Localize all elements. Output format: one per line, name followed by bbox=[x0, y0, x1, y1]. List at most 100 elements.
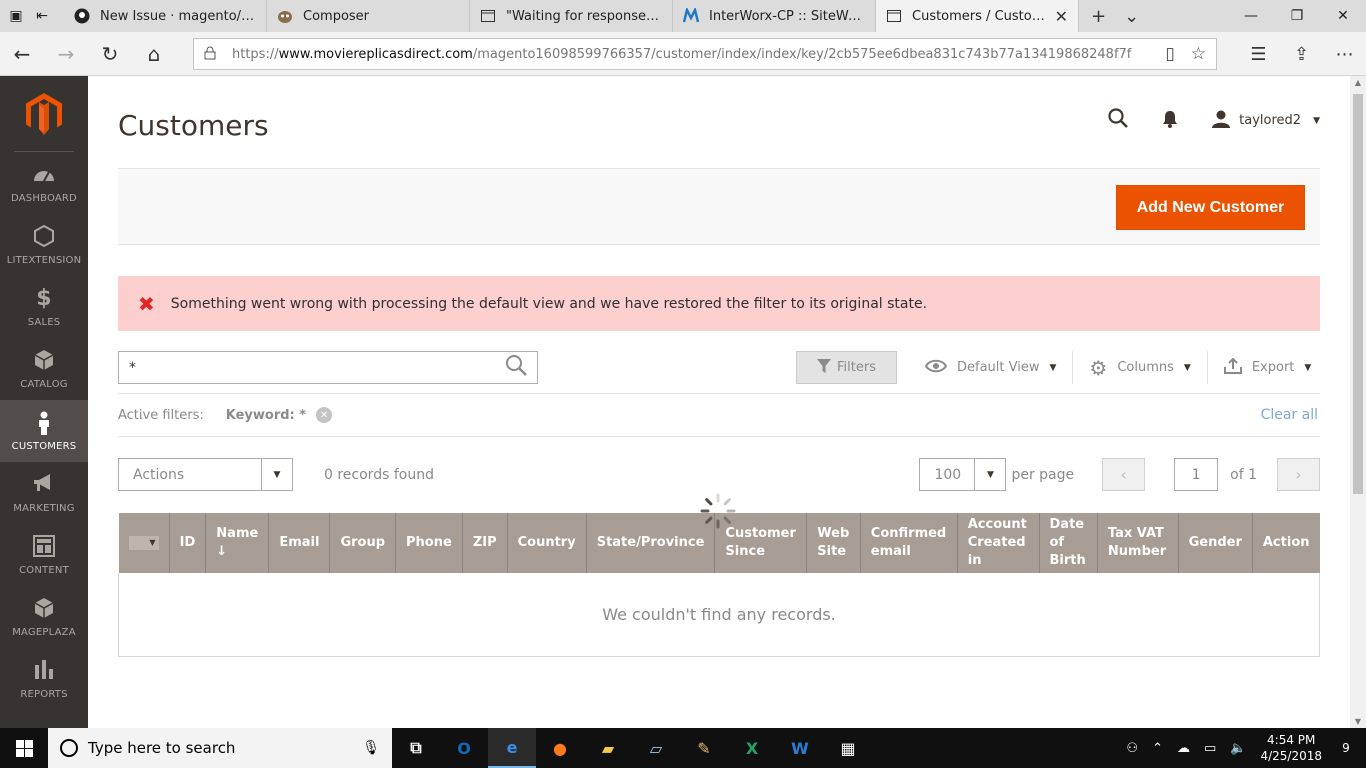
scrollbar-thumb[interactable] bbox=[1353, 94, 1363, 494]
column-header-phone[interactable]: Phone bbox=[395, 513, 463, 573]
action-center-icon[interactable]: 9 bbox=[1336, 738, 1356, 758]
network-icon[interactable]: ▭ bbox=[1204, 741, 1216, 756]
paint-icon[interactable]: ✎ bbox=[680, 728, 728, 768]
edge-icon[interactable]: e bbox=[488, 728, 536, 768]
sidebar-item-content[interactable]: CONTENT bbox=[0, 524, 88, 586]
column-header-gender[interactable]: Gender bbox=[1178, 513, 1253, 573]
search-icon[interactable] bbox=[1107, 108, 1129, 133]
new-tab-icon[interactable]: + bbox=[1091, 6, 1106, 27]
clear-all-link[interactable]: Clear all bbox=[1261, 407, 1318, 423]
onedrive-icon[interactable]: ☁ bbox=[1177, 741, 1190, 756]
per-page-select[interactable]: 100 ▼ bbox=[919, 458, 1007, 491]
scroll-down-icon[interactable]: ▼ bbox=[1350, 717, 1366, 726]
column-header-zip[interactable]: ZIP bbox=[462, 513, 508, 573]
magento-logo-icon bbox=[26, 92, 62, 135]
caret-down-icon: ▼ bbox=[974, 459, 1005, 490]
set-aside-tabs-icon[interactable]: ⇤ bbox=[34, 8, 50, 24]
scroll-up-icon[interactable]: ▲ bbox=[1350, 78, 1366, 87]
outlook-icon[interactable]: O bbox=[440, 728, 488, 768]
refresh-icon[interactable]: ↻ bbox=[88, 42, 132, 66]
forward-icon[interactable]: → bbox=[44, 42, 88, 66]
header-actions: taylored2 ▼ bbox=[1107, 108, 1320, 133]
more-icon[interactable]: ⋯ bbox=[1323, 44, 1366, 65]
column-header-account-created[interactable]: Account Created in bbox=[957, 513, 1040, 573]
tab-preview-chevron-icon[interactable]: ⌄ bbox=[1124, 6, 1139, 27]
column-header-id[interactable]: ID bbox=[169, 513, 207, 573]
tab-manager-icon[interactable]: ▣ bbox=[8, 8, 24, 24]
column-header-website[interactable]: Web Site bbox=[806, 513, 861, 573]
browser-tab-4[interactable]: Customers / Customers ✕ bbox=[876, 0, 1079, 32]
column-header-tax-vat[interactable]: Tax VAT Number bbox=[1097, 513, 1179, 573]
microphone-icon[interactable]: 🎙 bbox=[362, 740, 380, 756]
favorite-star-icon[interactable]: ☆ bbox=[1191, 44, 1206, 64]
eye-icon bbox=[924, 358, 948, 377]
magento-logo[interactable] bbox=[14, 76, 74, 152]
people-icon[interactable]: ⚇ bbox=[1126, 741, 1138, 756]
sidebar-item-mageplaza[interactable]: MAGEPLAZA bbox=[0, 586, 88, 648]
add-new-customer-button[interactable]: Add New Customer bbox=[1116, 185, 1305, 230]
column-header-confirmed-email[interactable]: Confirmed email bbox=[860, 513, 958, 573]
error-message: ✖ Something went wrong with processing t… bbox=[118, 276, 1320, 331]
page-number-input[interactable]: 1 bbox=[1174, 458, 1219, 491]
browser-tab-2[interactable]: "Waiting for response from bbox=[470, 0, 673, 32]
user-account-menu[interactable]: taylored2 ▼ bbox=[1211, 110, 1320, 132]
word-icon[interactable]: W bbox=[776, 728, 824, 768]
column-header-state[interactable]: State/Province bbox=[586, 513, 716, 573]
remove-filter-icon[interactable]: ✕ bbox=[316, 407, 333, 423]
view-selector[interactable]: Default View ▼ bbox=[897, 351, 1074, 384]
mass-actions-select[interactable]: Actions ▼ bbox=[118, 458, 293, 491]
search-icon[interactable] bbox=[505, 354, 527, 381]
close-tab-icon[interactable]: ✕ bbox=[1049, 7, 1068, 26]
keyword-search-input[interactable] bbox=[129, 359, 489, 376]
caret-down-icon[interactable]: ▼ bbox=[128, 536, 159, 550]
minimize-icon[interactable]: — bbox=[1228, 0, 1274, 32]
dashboard-icon bbox=[33, 163, 55, 187]
url-field[interactable]: https://www.moviereplicasdirect.com/mage… bbox=[193, 38, 1217, 70]
column-header-dob[interactable]: Date of Birth bbox=[1039, 513, 1098, 573]
close-window-icon[interactable]: ✕ bbox=[1320, 0, 1366, 32]
column-header-name[interactable]: Name ↓ bbox=[205, 513, 270, 573]
home-icon[interactable]: ⌂ bbox=[132, 42, 176, 66]
sidebar-item-catalog[interactable]: CATALOG bbox=[0, 338, 88, 400]
browser-tab-0[interactable]: New Issue · magento/mage bbox=[64, 0, 267, 32]
export-selector[interactable]: Export ▼ bbox=[1208, 351, 1327, 384]
column-header-group[interactable]: Group bbox=[329, 513, 397, 573]
notifications-bell-icon[interactable] bbox=[1159, 109, 1181, 133]
system-clock[interactable]: 4:54 PM 4/25/2018 bbox=[1260, 732, 1322, 764]
page-scrollbar[interactable]: ▲ ▼ bbox=[1350, 76, 1366, 728]
sidebar-item-sales[interactable]: $ SALES bbox=[0, 276, 88, 338]
sidebar-item-reports[interactable]: REPORTS bbox=[0, 648, 88, 710]
tab-title: New Issue · magento/mage bbox=[100, 8, 256, 24]
notepad-icon[interactable]: ▱ bbox=[632, 728, 680, 768]
calculator-icon[interactable]: ▦ bbox=[824, 728, 872, 768]
volume-icon[interactable]: 🔈 bbox=[1230, 741, 1246, 756]
browser-tab-3[interactable]: InterWorx-CP :: SiteWorx bbox=[673, 0, 876, 32]
sidebar-item-litextension[interactable]: LITEXTENSION bbox=[0, 214, 88, 276]
excel-icon[interactable]: X bbox=[728, 728, 776, 768]
file-explorer-icon[interactable]: ▰ bbox=[584, 728, 632, 768]
url-prefix: https:// bbox=[232, 46, 279, 62]
column-header-country[interactable]: Country bbox=[507, 513, 587, 573]
grid-toolbar: Filters Default View ▼ ⚙ Columns ▼ Expor… bbox=[796, 351, 1327, 384]
next-page-button[interactable]: › bbox=[1277, 458, 1320, 491]
mass-select-header[interactable]: ▼ bbox=[118, 513, 170, 573]
tray-chevron-up-icon[interactable]: ⌃ bbox=[1152, 741, 1163, 756]
sidebar-item-dashboard[interactable]: DASHBOARD bbox=[0, 152, 88, 214]
share-icon[interactable]: ⇪ bbox=[1280, 44, 1323, 65]
filters-button[interactable]: Filters bbox=[796, 351, 897, 384]
firefox-icon[interactable]: ● bbox=[536, 728, 584, 768]
reading-view-icon[interactable]: ▯ bbox=[1165, 44, 1174, 64]
windows-start-icon[interactable] bbox=[0, 728, 48, 768]
sidebar-item-marketing[interactable]: MARKETING bbox=[0, 462, 88, 524]
sidebar-item-customers[interactable]: CUSTOMERS bbox=[0, 400, 88, 462]
back-icon[interactable]: ← bbox=[0, 42, 44, 66]
columns-selector[interactable]: ⚙ Columns ▼ bbox=[1073, 351, 1208, 384]
column-header-email[interactable]: Email bbox=[268, 513, 331, 573]
restore-icon[interactable]: ❐ bbox=[1274, 0, 1320, 32]
error-message-text: Something went wrong with processing the… bbox=[170, 295, 928, 312]
prev-page-button[interactable]: ‹ bbox=[1102, 458, 1146, 491]
taskbar-search[interactable]: Type here to search 🎙 bbox=[48, 728, 392, 768]
browser-tab-1[interactable]: Composer bbox=[267, 0, 470, 32]
favorites-icon[interactable]: ☰ bbox=[1237, 44, 1280, 65]
task-view-icon[interactable]: ⧉ bbox=[392, 728, 440, 768]
